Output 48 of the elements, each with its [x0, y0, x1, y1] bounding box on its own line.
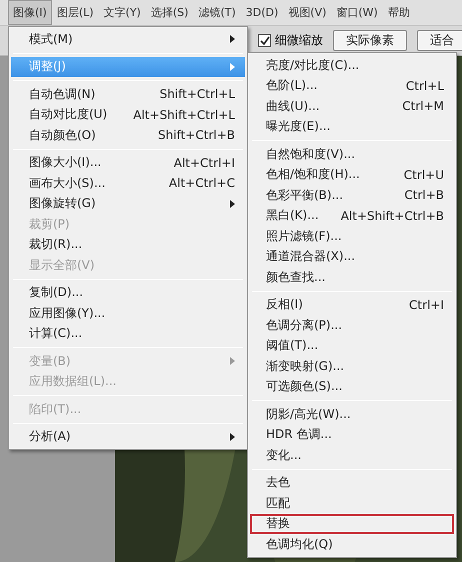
menu-item[interactable]: 应用图像(Y)...	[11, 303, 245, 324]
menu-item[interactable]: 可选颜色(S)...	[250, 376, 454, 397]
menu-bar-item[interactable]: 帮助	[382, 0, 415, 25]
menu-item[interactable]: 匹配	[250, 493, 454, 514]
checkbox-label: 细微缩放	[275, 32, 323, 49]
menu-item[interactable]: 去色	[250, 472, 454, 493]
menu-item[interactable]: 裁切(R)...	[11, 234, 245, 255]
menu-item[interactable]: 黑白(K)... Alt+Shift+Ctrl+B	[250, 206, 454, 226]
menu-item[interactable]: 色调分离(P)...	[250, 315, 454, 336]
menu-item[interactable]: 变化...	[250, 445, 454, 466]
menu-item[interactable]: 渐变映射(G)...	[250, 356, 454, 376]
menu-item[interactable]: 自动色调(N) Shift+Ctrl+L	[11, 84, 245, 104]
menu-item[interactable]: 通道混合器(X)...	[250, 246, 454, 267]
menu-item[interactable]: 色彩平衡(B)... Ctrl+B	[250, 185, 454, 206]
toolbar-button[interactable]: 实际像素	[333, 30, 407, 51]
menu-item[interactable]: 替换	[250, 514, 454, 534]
menu-bar-item[interactable]: 视图(V)	[283, 0, 332, 25]
menu-item[interactable]: 阈值(T)...	[250, 336, 454, 356]
menu-bar-item[interactable]: 选择(S)	[146, 0, 194, 25]
menu-item[interactable]: 分析(A)	[11, 426, 245, 447]
menu-bar-item[interactable]: 3D(D)	[240, 0, 284, 25]
menu-item[interactable]: 阴影/高光(W)...	[250, 404, 454, 424]
menu-item[interactable]: 曲线(U)... Ctrl+M	[250, 96, 454, 116]
menu-item[interactable]: 图像大小(I)... Alt+Ctrl+I	[11, 152, 245, 173]
toolbar-button[interactable]: 适合	[417, 30, 462, 51]
menu-item[interactable]: 反相(I) Ctrl+I	[250, 294, 454, 315]
menu-item[interactable]: HDR 色调...	[250, 424, 454, 445]
menu-item[interactable]: 自然饱和度(V)...	[250, 144, 454, 164]
menu-item[interactable]: 颜色查找...	[250, 267, 454, 288]
menu-bar-item[interactable]: 图层(L)	[52, 0, 99, 25]
menu-item[interactable]: 色调均化(Q)	[250, 534, 454, 554]
menu-item[interactable]: 复制(D)...	[11, 282, 245, 303]
menu-item[interactable]: 亮度/对比度(C)...	[250, 55, 454, 76]
menu-item[interactable]: 模式(M)	[11, 29, 245, 50]
checkbox[interactable]	[258, 34, 271, 47]
menu-item[interactable]: 图像旋转(G)	[11, 194, 245, 214]
menu-item[interactable]: 画布大小(S)... Alt+Ctrl+C	[11, 173, 245, 194]
menu-bar-item[interactable]: 滤镜(T)	[193, 0, 241, 25]
menu-item[interactable]: 自动对比度(U) Alt+Shift+Ctrl+L	[11, 104, 245, 125]
menu-item[interactable]: 计算(C)...	[11, 324, 245, 344]
menu-bar-item[interactable]: 窗口(W)	[331, 0, 383, 25]
menu-item[interactable]: 照片滤镜(F)...	[250, 226, 454, 246]
menu-bar-item[interactable]: 文字(Y)	[98, 0, 146, 25]
menu-item[interactable]: 曝光度(E)...	[250, 116, 454, 137]
menu-bar-item[interactable]: 图像(I)	[8, 0, 52, 25]
menu-item[interactable]: 色相/饱和度(H)... Ctrl+U	[250, 164, 454, 185]
menu-item[interactable]: 色阶(L)... Ctrl+L	[250, 76, 454, 96]
menu-item[interactable]: 自动颜色(O) Shift+Ctrl+B	[11, 125, 245, 146]
